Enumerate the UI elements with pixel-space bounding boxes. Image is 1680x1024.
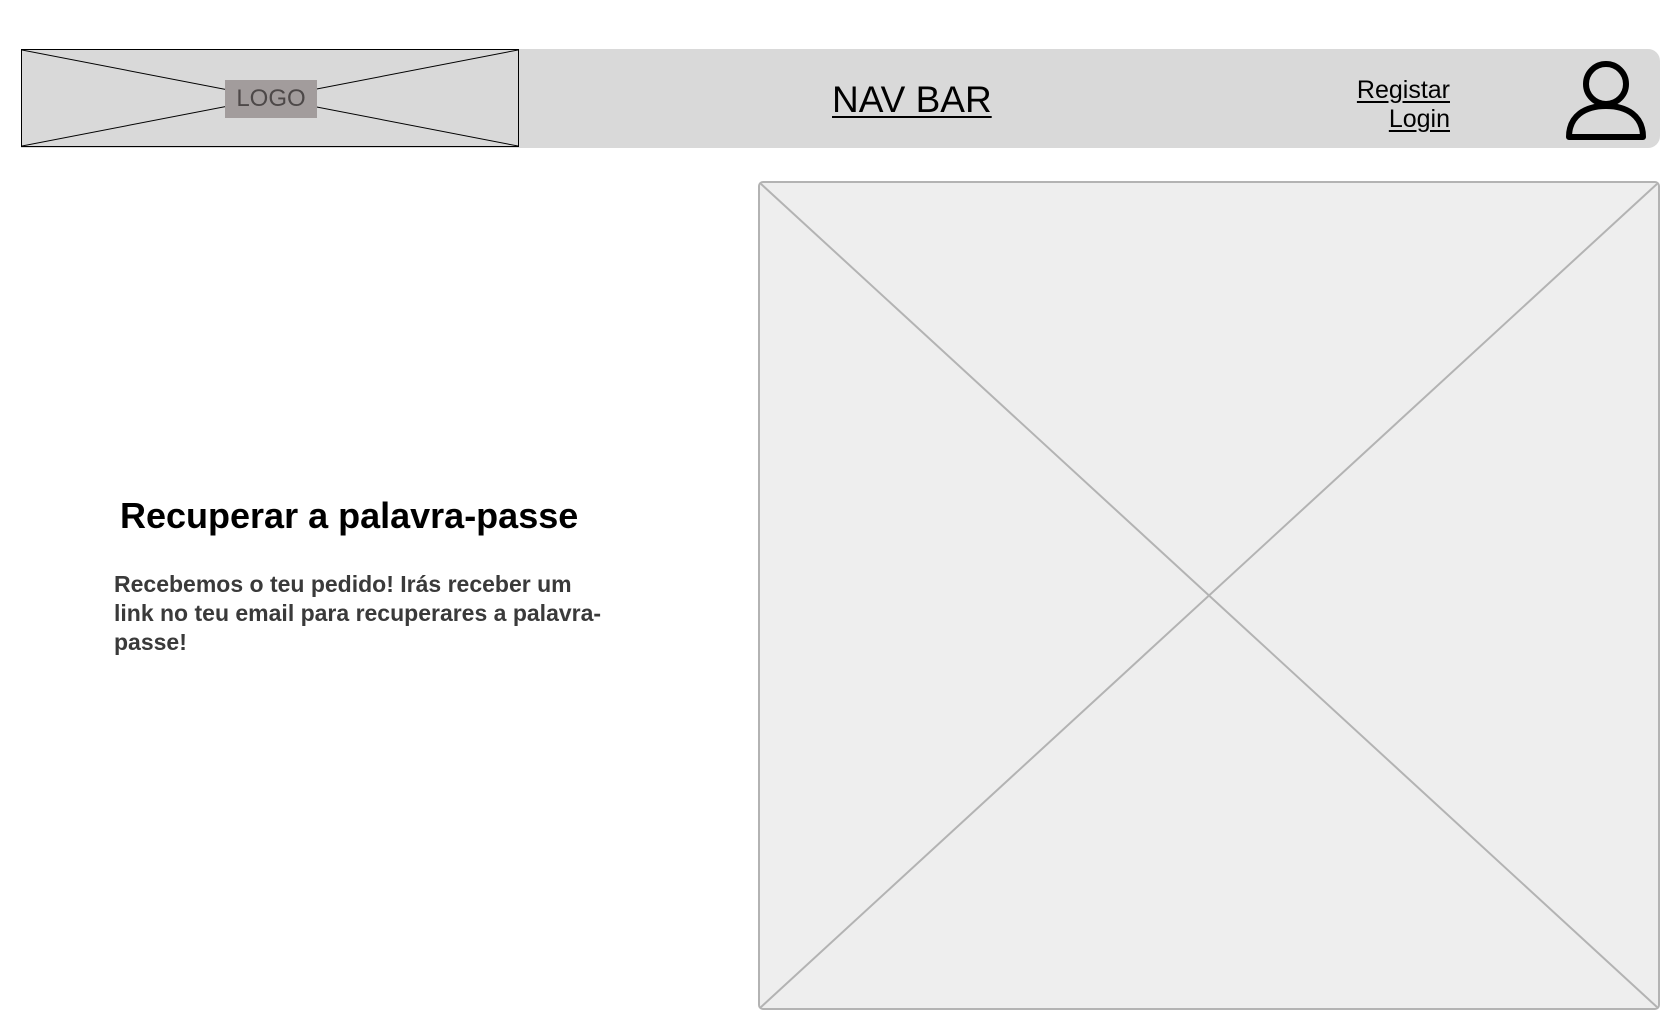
- image-placeholder: [758, 181, 1660, 1010]
- logo-label: LOGO: [225, 80, 317, 118]
- logo[interactable]: LOGO: [21, 49, 519, 147]
- user-icon[interactable]: [1565, 58, 1647, 140]
- page-heading: Recuperar a palavra-passe: [120, 495, 579, 537]
- register-link[interactable]: Registar: [1357, 76, 1450, 105]
- login-link[interactable]: Login: [1357, 105, 1450, 134]
- image-placeholder-cross: [760, 183, 1658, 1008]
- nav-bar-title[interactable]: NAV BAR: [832, 78, 992, 122]
- auth-links: Registar Login: [1357, 76, 1450, 134]
- confirmation-message: Recebemos o teu pedido! Irás receber um …: [114, 571, 602, 655]
